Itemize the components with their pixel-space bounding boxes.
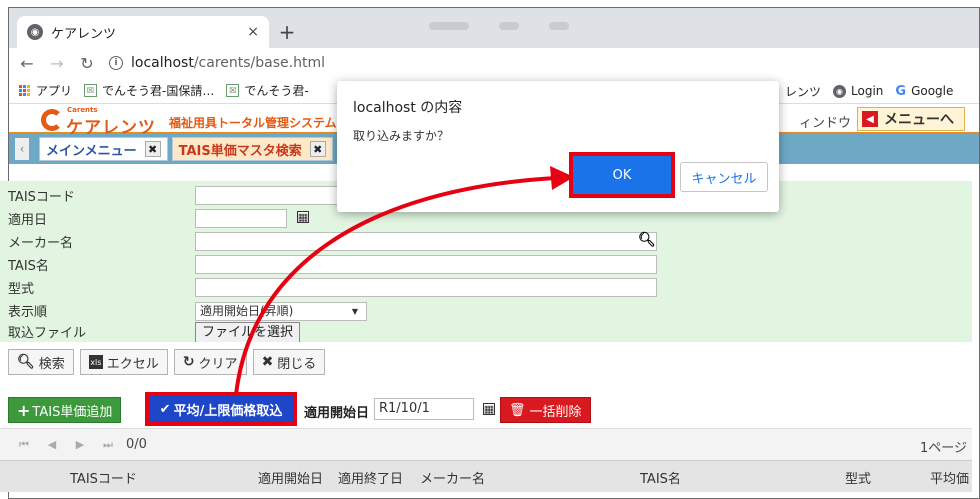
new-tab-button[interactable]: +	[275, 20, 299, 44]
browser-tab[interactable]: ◉ ケアレンツ ×	[17, 16, 269, 48]
bookmark-login[interactable]: ◉ Login	[833, 84, 883, 98]
record-count: 0/0	[126, 437, 147, 452]
close-icon: ✖	[261, 354, 274, 370]
calendar-icon[interactable]: ▦	[483, 403, 495, 415]
browser-tab-title: ケアレンツ	[51, 26, 117, 42]
url-text[interactable]: localhost/carents/base.html	[131, 55, 325, 71]
window-label[interactable]: ィンドウ	[799, 112, 851, 131]
blurred-tabs	[429, 22, 569, 30]
chevron-down-icon: ▼	[351, 307, 358, 316]
tab-main-menu[interactable]: メインメニュー ✖	[39, 137, 168, 161]
logo-text: ケアレンツ	[66, 118, 156, 138]
maker-label: メーカー名	[8, 236, 74, 251]
action-row: + TAIS単価追加 ✔ 平均/上限価格取込 適用開始日 R1/10/1 ▦ 🗑…	[0, 382, 972, 428]
browser-tab-strip: ◉ ケアレンツ × +	[9, 8, 979, 48]
import-average-price-button[interactable]: ✔ 平均/上限価格取込	[149, 396, 293, 422]
toolbar: 🔍︎ 検索 xls エクセル ↻ クリア ✖ 閉じる	[0, 342, 972, 382]
table-header: TAISコード 適用開始日 適用終了日 メーカー名 TAIS名 型式 平均価	[0, 460, 972, 492]
import-file-label: 取込ファイル	[8, 326, 87, 341]
back-arrow-icon[interactable]: ←	[19, 54, 35, 73]
bulk-delete-button[interactable]: 🗑︎ 一括削除	[500, 397, 591, 423]
maker-input[interactable]	[195, 232, 657, 251]
calendar-icon[interactable]: ▦	[297, 211, 309, 223]
forward-arrow-icon[interactable]: →	[49, 54, 65, 73]
form-row-maker: メーカー名 🔍︎	[0, 231, 972, 252]
address-bar: ← → ↻ i localhost/carents/base.html	[9, 48, 979, 78]
apply-date-input[interactable]	[195, 209, 287, 228]
cancel-button[interactable]: キャンセル	[680, 162, 768, 192]
check-icon: ✔	[159, 401, 171, 417]
apps-grid-icon	[19, 84, 31, 97]
column-header[interactable]: 適用終了日	[338, 468, 403, 487]
bookmark-google[interactable]: G Google	[895, 84, 953, 99]
clear-button[interactable]: ↻ クリア	[173, 349, 247, 375]
globe-icon: ◉	[833, 84, 847, 98]
next-page-icon[interactable]: ▶	[70, 438, 90, 451]
tab-close-icon[interactable]: ×	[247, 24, 259, 40]
scroll-left-icon[interactable]: ‹	[15, 138, 29, 160]
info-icon[interactable]: i	[109, 56, 123, 70]
confirm-dialog: localhost の内容 取り込みますか？ OK キャンセル	[337, 81, 779, 212]
carents-logo-icon	[41, 109, 63, 131]
form-row-tais-name: TAIS名	[0, 254, 972, 275]
highlight-box: OK	[569, 152, 675, 198]
bookmark-item[interactable]: ☒ でんそう君-国保請…	[84, 82, 214, 99]
excel-button[interactable]: xls エクセル	[79, 349, 168, 375]
form-row-model: 型式	[0, 277, 972, 298]
search-icon: 🔍︎	[17, 354, 35, 370]
dialog-message: 取り込みますか？	[353, 129, 450, 143]
bookmark-item[interactable]: ☒ でんそう君-	[226, 82, 309, 99]
start-date-label: 適用開始日	[304, 406, 370, 421]
apply-date-label: 適用日	[8, 213, 48, 228]
tais-name-input[interactable]	[195, 255, 657, 274]
column-header[interactable]: 型式	[845, 468, 871, 487]
plus-icon: +	[17, 400, 31, 420]
bookmarks-right: レンツ ◉ Login G Google	[785, 78, 953, 104]
order-label: 表示順	[8, 305, 48, 320]
add-tais-price-button[interactable]: + TAIS単価追加	[8, 397, 122, 423]
model-input[interactable]	[195, 278, 657, 297]
tais-name-label: TAIS名	[8, 259, 49, 274]
bookmark-item[interactable]: レンツ	[785, 83, 821, 100]
excel-icon: xls	[88, 355, 103, 369]
form-row-order: 表示順 適用開始日(昇順) ▼	[0, 300, 972, 321]
tais-code-label: TAISコード	[8, 190, 75, 205]
column-header[interactable]: 適用開始日	[258, 468, 323, 487]
page-info: 1ページ	[920, 441, 968, 456]
pager: ⏮ ◀ ▶ ⏭ 0/0 1ページ	[0, 428, 972, 460]
order-select[interactable]: 適用開始日(昇順) ▼	[195, 302, 367, 321]
form-row-import-file: 取込ファイル ファイルを選択	[0, 321, 972, 344]
close-button[interactable]: ✖ 閉じる	[252, 349, 326, 375]
app-subtitle: 福祉用具トータル管理システム	[169, 116, 337, 130]
menu-button[interactable]: ◀ メニューへ	[857, 107, 965, 131]
search-button[interactable]: 🔍︎ 検索	[8, 349, 74, 375]
column-header[interactable]: 平均価	[930, 468, 969, 487]
highlight-box: ✔ 平均/上限価格取込	[145, 392, 297, 426]
column-header[interactable]: TAISコード	[70, 468, 137, 487]
close-icon[interactable]: ✖	[309, 141, 326, 157]
search-icon[interactable]: 🔍︎	[638, 232, 656, 248]
trash-icon: 🗑︎	[509, 402, 526, 418]
reload-icon[interactable]: ↻	[79, 54, 95, 73]
column-header[interactable]: メーカー名	[420, 468, 485, 487]
page-icon: ☒	[226, 84, 240, 97]
last-page-icon[interactable]: ⏭	[98, 438, 118, 452]
prev-page-icon[interactable]: ◀	[42, 438, 62, 451]
tab-tais-search[interactable]: TAIS単価マスタ検索 ✖	[171, 137, 333, 161]
file-select-button[interactable]: ファイルを選択	[195, 322, 301, 344]
url-field[interactable]: i localhost/carents/base.html	[109, 55, 325, 71]
column-header[interactable]: TAIS名	[640, 468, 681, 487]
refresh-icon: ↻	[182, 354, 195, 370]
bookmark-apps[interactable]: アプリ	[19, 82, 72, 99]
start-date-input[interactable]: R1/10/1	[374, 398, 474, 420]
page-icon: ☒	[84, 84, 98, 97]
globe-icon: ◉	[27, 24, 43, 40]
google-icon: G	[895, 83, 907, 99]
first-page-icon[interactable]: ⏮	[14, 438, 34, 452]
ok-button[interactable]: OK	[573, 156, 671, 194]
dialog-title: localhost の内容	[353, 100, 463, 116]
back-arrow-icon: ◀	[862, 111, 878, 127]
close-icon[interactable]: ✖	[144, 141, 161, 157]
model-label: 型式	[8, 282, 35, 297]
